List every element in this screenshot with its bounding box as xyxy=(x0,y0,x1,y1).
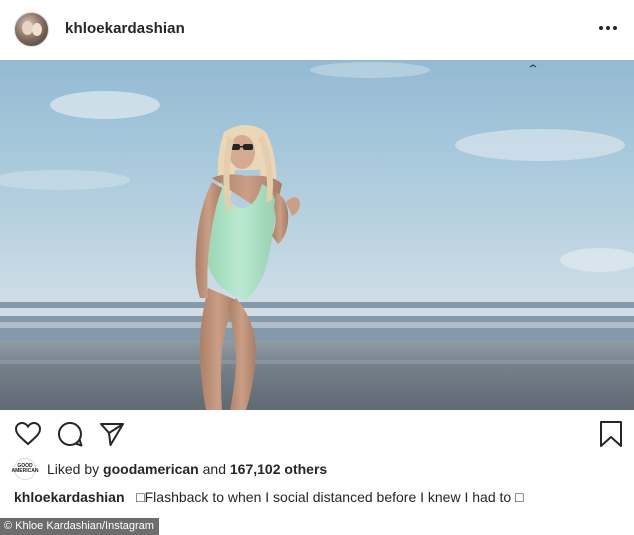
bookmark-icon[interactable] xyxy=(598,420,628,450)
action-bar xyxy=(0,420,634,450)
post-username[interactable]: khloekardashian xyxy=(65,20,185,37)
liker-username[interactable]: goodamerican xyxy=(103,461,199,477)
instagram-post: khloekardashian GOOD AMERICAN Liked by g… xyxy=(0,0,634,535)
post-caption: khloekardashian □Flashback to when I soc… xyxy=(14,489,524,505)
caption-username[interactable]: khloekardashian xyxy=(14,489,125,505)
more-options-icon[interactable] xyxy=(596,18,620,38)
likes-prefix: Liked by xyxy=(47,461,100,477)
likes-count[interactable]: 167,102 others xyxy=(230,461,327,477)
post-header: khloekardashian xyxy=(0,0,634,58)
post-image[interactable] xyxy=(0,60,634,410)
paper-plane-icon[interactable] xyxy=(98,420,128,450)
profile-avatar[interactable] xyxy=(14,12,49,47)
heart-icon[interactable] xyxy=(14,420,44,450)
liker-avatar[interactable]: GOOD AMERICAN xyxy=(12,458,38,480)
caption-text: □Flashback to when I social distanced be… xyxy=(136,489,524,505)
comment-icon[interactable] xyxy=(56,420,86,450)
photo-credit: © Khloe Kardashian/Instagram xyxy=(0,518,159,535)
likes-middle: and xyxy=(202,461,226,477)
likes-summary: GOOD AMERICAN Liked by goodamerican and … xyxy=(12,458,327,480)
